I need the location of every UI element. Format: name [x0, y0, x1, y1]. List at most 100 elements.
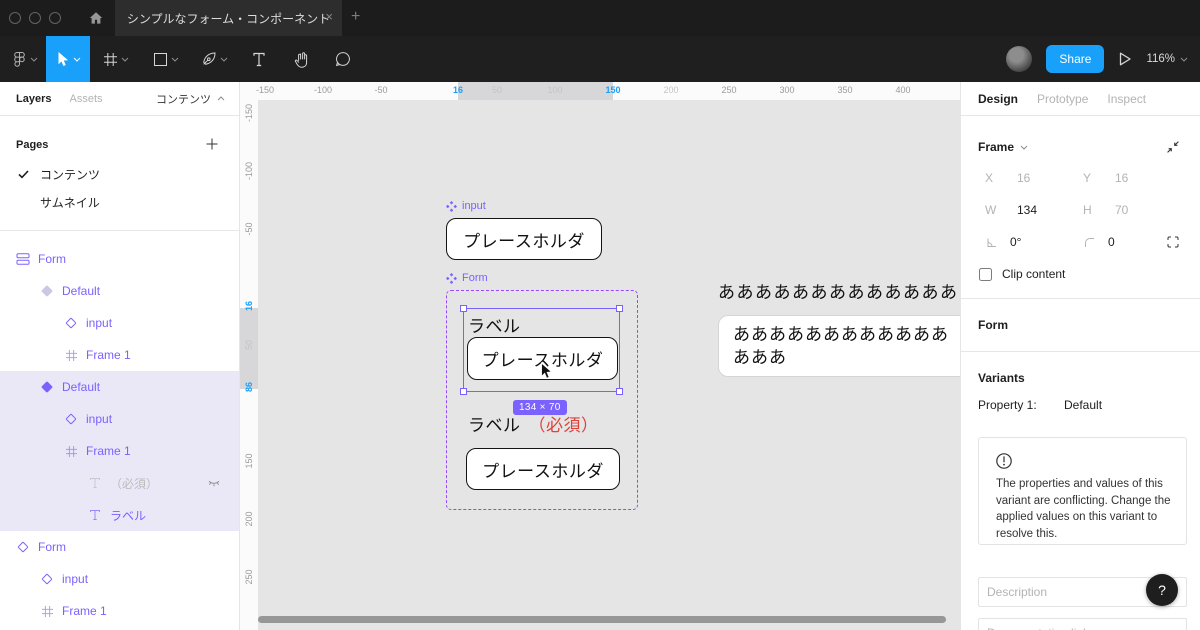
ruler-v: -150 -100 -50 16 50 86 150 200 250: [240, 82, 258, 630]
ruler-v-tick: 16: [244, 301, 254, 312]
window-minimize-button[interactable]: [29, 12, 41, 24]
layer-label: Form: [38, 540, 66, 554]
move-tool-button[interactable]: [46, 36, 90, 82]
canvas[interactable]: -150 -100 -50 16 50 100 150 200 250 300 350 400 -15…: [240, 82, 960, 630]
tab-prototype[interactable]: Prototype: [1037, 92, 1088, 106]
clip-content-checkbox[interactable]: [979, 267, 992, 281]
hidden-eye-icon[interactable]: [207, 476, 221, 490]
ruler-h-tick: 350: [837, 85, 853, 95]
zoom-menu[interactable]: 116%: [1146, 53, 1188, 65]
layer-row[interactable]: input: [0, 563, 239, 595]
new-tab-button[interactable]: +: [351, 8, 360, 26]
page-name: コンテンツ: [40, 167, 101, 182]
variant-conflict-warning: The properties and values of this varian…: [978, 437, 1187, 545]
y-value[interactable]: 16: [1115, 171, 1128, 185]
frame-tool-button[interactable]: [90, 36, 142, 82]
pages-list: コンテンツサムネイル: [0, 160, 239, 216]
page-selector[interactable]: コンテンツ: [156, 91, 225, 107]
layer-row[interactable]: Frame 1: [0, 595, 239, 627]
layer-row[interactable]: Form: [0, 531, 239, 563]
input-placeholder-box-1[interactable]: プレースホルダ: [446, 218, 602, 260]
page-row[interactable]: コンテンツ: [0, 160, 239, 188]
share-button[interactable]: Share: [1046, 45, 1105, 73]
placeholder-text: プレースホルダ: [463, 231, 585, 251]
home-icon[interactable]: [88, 10, 104, 26]
tab-inspect[interactable]: Inspect: [1107, 92, 1146, 106]
component-label-input[interactable]: input: [446, 200, 486, 212]
h-value[interactable]: 70: [1115, 203, 1128, 217]
tab-layers[interactable]: Layers: [16, 93, 51, 105]
selection-handle-bl[interactable]: [460, 388, 467, 395]
present-play-icon[interactable]: [1118, 51, 1132, 67]
comment-tool-icon: [335, 52, 350, 67]
form-section-header[interactable]: Form: [978, 313, 1200, 337]
placeholder-text: プレースホルダ: [482, 461, 604, 481]
selection-handle-tl[interactable]: [460, 305, 467, 312]
instance-icon: [40, 572, 54, 586]
text-box-a[interactable]: ああああああああああああ あああ: [718, 315, 960, 377]
input-placeholder-box-3[interactable]: プレースホルダ: [466, 448, 620, 490]
horizontal-scrollbar[interactable]: [258, 616, 946, 623]
selection-handle-tr[interactable]: [616, 305, 623, 312]
layer-row[interactable]: ラベル: [0, 499, 239, 531]
window-close-button[interactable]: [9, 12, 21, 24]
layer-row[interactable]: Form: [0, 243, 239, 275]
layer-row[interactable]: input: [0, 403, 239, 435]
clip-content-row[interactable]: Clip content: [979, 258, 1200, 290]
layer-row[interactable]: Frame 1: [0, 339, 239, 371]
pen-tool-button[interactable]: [190, 36, 238, 82]
warning-text: The properties and values of this varian…: [996, 478, 1171, 540]
hand-tool-button[interactable]: [280, 36, 322, 82]
alert-circle-icon: [996, 453, 1012, 469]
right-panel: Design Prototype Inspect Frame X 16 Y 16 W…: [960, 82, 1200, 630]
shape-tool-button[interactable]: [142, 36, 190, 82]
frame-type-dropdown[interactable]: Frame: [978, 140, 1028, 154]
text-line-a[interactable]: あああああああああああああ: [718, 278, 959, 303]
chevron-down-icon: [1180, 57, 1188, 62]
ruler-h: -150 -100 -50 16 50 100 150 200 250 300 350 400: [240, 82, 960, 100]
page-selector-label: コンテンツ: [156, 93, 211, 106]
titlebar: シンプルなフォーム・コンポーネント × +: [0, 0, 1200, 36]
comment-tool-button[interactable]: [322, 36, 364, 82]
ruler-h-tick: -150: [255, 85, 275, 95]
add-page-icon[interactable]: [205, 137, 219, 151]
close-tab-icon[interactable]: ×: [325, 10, 333, 24]
avatar[interactable]: [1006, 46, 1033, 72]
layer-label: Form: [38, 252, 66, 266]
x-value[interactable]: 16: [1017, 171, 1030, 185]
radius-value[interactable]: 0: [1108, 235, 1115, 249]
tab-design[interactable]: Design: [978, 92, 1018, 106]
file-tab[interactable]: シンプルなフォーム・コンポーネント ×: [115, 0, 342, 36]
property-value-dropdown[interactable]: Default: [1064, 398, 1102, 412]
chevron-down-icon: [1020, 145, 1028, 150]
pen-tool-icon: [202, 52, 216, 65]
layer-row[interactable]: （必須）: [0, 467, 239, 499]
main-menu-button[interactable]: [4, 36, 46, 82]
text-tool-button[interactable]: [238, 36, 280, 82]
help-button[interactable]: ?: [1146, 574, 1178, 606]
ruler-h-tick: 50: [491, 85, 503, 95]
size-badge: 134 × 70: [513, 400, 567, 415]
w-value[interactable]: 134: [1017, 203, 1037, 217]
rotation-value[interactable]: 0°: [1010, 235, 1021, 249]
ruler-v-tick: -100: [244, 162, 254, 181]
component-label-form[interactable]: Form: [446, 272, 488, 284]
ruler-h-tick: 400: [895, 85, 911, 95]
chevron-up-icon: [217, 96, 225, 101]
layer-row[interactable]: Frame 1: [0, 435, 239, 467]
text-box-line1: ああああああああああああ: [733, 325, 949, 344]
layer-row[interactable]: Default: [0, 275, 239, 307]
figma-app: シンプルなフォーム・コンポーネント × + Share 116% Layers …: [0, 0, 1200, 630]
collapse-panel-icon[interactable]: [1166, 140, 1180, 154]
selection-handle-br[interactable]: [616, 388, 623, 395]
tab-assets[interactable]: Assets: [69, 93, 102, 105]
independent-corners-icon[interactable]: [1166, 235, 1180, 249]
layer-row[interactable]: input: [0, 307, 239, 339]
variants-section-header[interactable]: Variants: [978, 366, 1200, 390]
documentation-link-input[interactable]: [978, 618, 1187, 630]
property-label: Property 1:: [978, 398, 1037, 412]
page-row[interactable]: サムネイル: [0, 188, 239, 216]
window-zoom-button[interactable]: [49, 12, 61, 24]
layer-tree: Form Default input Frame 1 Default input Frame…: [0, 243, 239, 627]
layer-row[interactable]: Default: [0, 371, 239, 403]
